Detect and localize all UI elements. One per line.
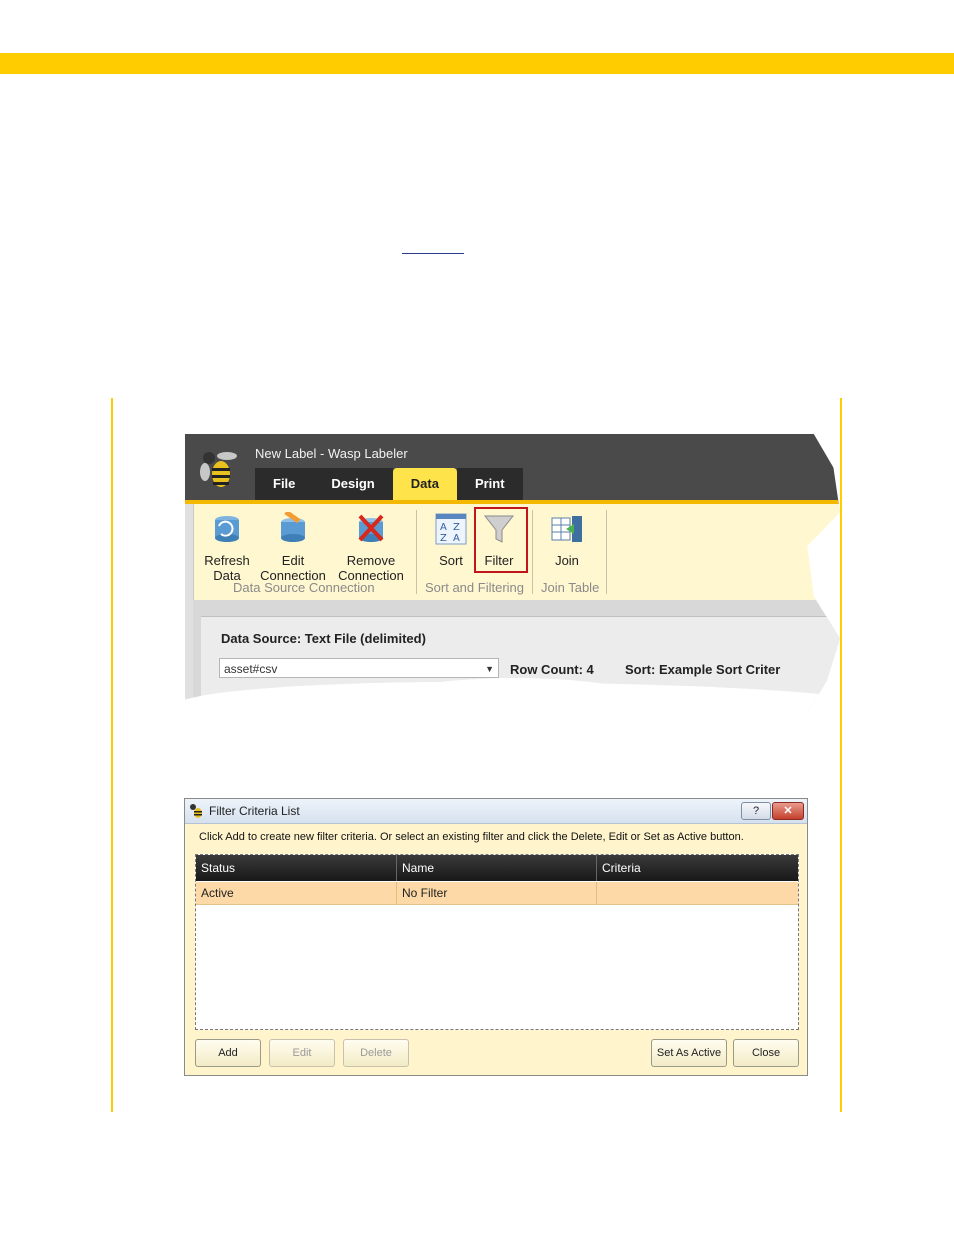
delete-button[interactable]: Delete (343, 1039, 409, 1067)
close-icon[interactable]: ✕ (772, 802, 804, 820)
remove-database-icon (358, 514, 384, 542)
ribbon-separator (606, 510, 607, 594)
sort-label: Sort (439, 553, 463, 568)
tab-data[interactable]: Data (392, 468, 457, 500)
join-button[interactable]: Join (545, 512, 589, 568)
ribbon-separator (416, 510, 417, 594)
group-label-data-source: Data Source Connection (233, 580, 375, 595)
svg-text:A: A (440, 522, 447, 533)
row-count: Row Count: 4 (510, 662, 594, 677)
left-strip (185, 504, 193, 714)
remove-connection-button[interactable]: Remove Connection (333, 512, 409, 583)
join-table-icon (551, 516, 582, 542)
wasp-logo-icon (190, 804, 202, 818)
wasp-logo-icon (200, 452, 237, 487)
data-source-label: Data Source: Text File (delimited) (221, 631, 426, 646)
sort-az-icon: A Z Z A (435, 513, 467, 545)
filter-highlight-box (474, 507, 528, 573)
column-header-status[interactable]: Status (196, 855, 397, 881)
add-button[interactable]: Add (195, 1039, 261, 1067)
edit-database-icon (281, 509, 305, 542)
refresh-database-icon (215, 516, 239, 542)
refresh-data-label: Refresh Data (204, 553, 250, 583)
sort-criteria-label: Sort: Example Sort Criter (625, 662, 781, 677)
edit-connection-label: Edit Connection (260, 553, 326, 583)
sort-button[interactable]: A Z Z A Sort (429, 512, 473, 568)
svg-text:Z: Z (440, 533, 447, 544)
cell-criteria (597, 882, 798, 904)
tab-design[interactable]: Design (313, 468, 393, 500)
edit-connection-button[interactable]: Edit Connection (257, 509, 329, 583)
edit-button[interactable]: Edit (269, 1039, 335, 1067)
refresh-data-button[interactable]: Refresh Data (201, 512, 253, 583)
join-label: Join (555, 553, 579, 568)
frame-right-border (840, 398, 842, 1112)
column-header-name[interactable]: Name (397, 855, 597, 881)
app-window: New Label - Wasp Labeler File Design Dat… (185, 434, 840, 714)
tab-print[interactable]: Print (456, 468, 523, 500)
data-source-select[interactable]: asset#csv ▼ (219, 658, 499, 678)
set-as-active-button[interactable]: Set As Active (651, 1039, 727, 1067)
ribbon-tabs: File Design Data Print (255, 468, 523, 500)
close-button[interactable]: Close (733, 1039, 799, 1067)
group-label-join-table: Join Table (541, 580, 600, 595)
frame-left-border (111, 398, 113, 1112)
help-button[interactable]: ? (741, 802, 771, 820)
group-label-sort-filter: Sort and Filtering (425, 580, 524, 595)
filter-criteria-dialog: Filter Criteria List ? ✕ Click Add to cr… (184, 798, 808, 1076)
column-header-criteria[interactable]: Criteria (597, 855, 798, 881)
tab-file[interactable]: File (255, 468, 314, 500)
hyperlink[interactable] (402, 253, 464, 254)
filter-grid: Status Name Criteria Active No Filter (195, 854, 799, 1030)
ribbon-separator (532, 510, 533, 594)
cell-status: Active (196, 882, 397, 904)
grid-header: Status Name Criteria (196, 855, 798, 881)
dialog-title: Filter Criteria List (209, 804, 300, 818)
window-title: New Label - Wasp Labeler (255, 446, 408, 461)
dropdown-arrow-icon: ▼ (485, 664, 494, 674)
data-source-value: asset#csv (224, 662, 278, 676)
cell-name: No Filter (397, 882, 597, 904)
page-header-bar (0, 53, 954, 74)
remove-connection-label: Remove Connection (338, 553, 404, 583)
table-row[interactable]: Active No Filter (196, 882, 798, 905)
dialog-instructions: Click Add to create new filter criteria.… (199, 831, 744, 843)
svg-text:A: A (453, 533, 460, 544)
svg-text:Z: Z (453, 522, 460, 533)
